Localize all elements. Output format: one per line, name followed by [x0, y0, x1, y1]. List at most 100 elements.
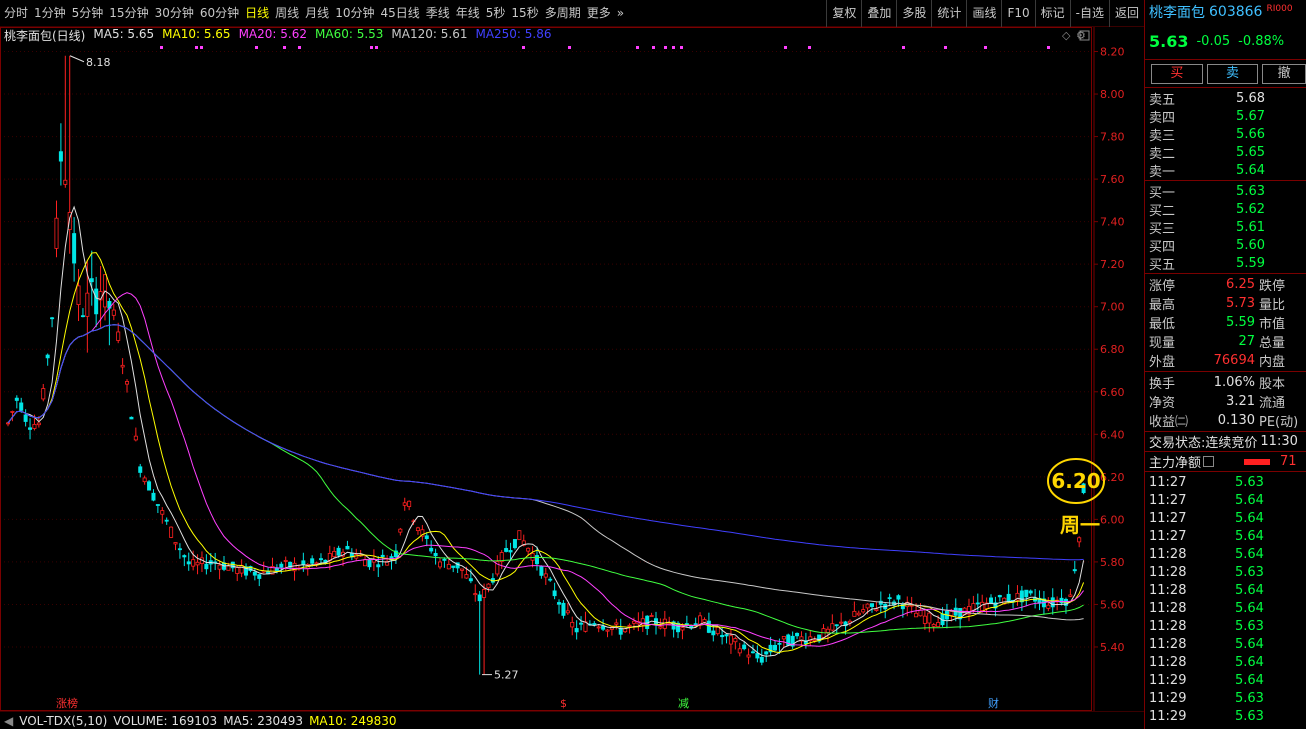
ask-level[interactable]: 卖三 5.66 — [1145, 125, 1306, 144]
signal-dot — [370, 46, 373, 49]
period-tab[interactable]: 季线 — [423, 0, 453, 27]
bid-level[interactable]: 买四 5.60 — [1145, 236, 1306, 255]
ask-level[interactable]: 卖一 5.64 — [1145, 161, 1306, 180]
candle-body — [332, 550, 337, 558]
candle-body — [186, 561, 191, 565]
candle-body — [23, 414, 28, 422]
candle-body — [279, 563, 284, 568]
period-tab[interactable]: 5分钟 — [69, 0, 107, 27]
period-tab[interactable]: 30分钟 — [152, 0, 197, 27]
level-price: 5.66 — [1236, 126, 1265, 142]
period-tab[interactable]: 45日线 — [377, 0, 422, 27]
candle-body — [750, 651, 755, 654]
tick-time: 11:29 — [1149, 690, 1187, 706]
period-tab[interactable]: 15秒 — [508, 0, 541, 27]
tick-time: 11:27 — [1149, 492, 1187, 508]
last-price: 5.63 — [1149, 32, 1189, 51]
kline-svg[interactable]: 8.20 8.00 7.80 7.60 7.40 7.20 7.00 6.80 6.60 6.40… — [0, 27, 1144, 712]
quote-stats: 涨停 6.25 跌停 最高 5.73 量比 最低 5.59 市值 现量 27 总量 外盘 76694 内盘 — [1145, 274, 1306, 372]
tick-price: 5.64 — [1235, 582, 1264, 598]
collapse-icon[interactable]: ◀ — [4, 714, 13, 728]
stat-label-right: 量比 — [1259, 298, 1286, 313]
tool-button[interactable]: -自选 — [1069, 0, 1109, 27]
candle-body — [177, 548, 182, 551]
ask-level[interactable]: 卖二 5.65 — [1145, 143, 1306, 162]
candle-body — [504, 548, 509, 552]
more-periods-arrow-icon[interactable]: » — [614, 0, 627, 27]
candle-body — [1028, 590, 1033, 594]
candle-body — [477, 594, 482, 602]
candle-body — [759, 656, 764, 663]
period-tab[interactable]: 分时 — [0, 0, 31, 27]
high-price-label: 8.18 — [86, 56, 111, 69]
candle-body — [896, 595, 901, 600]
tick-price: 5.63 — [1235, 618, 1264, 634]
tool-button[interactable]: 统计 — [931, 0, 966, 27]
tick-time: 11:28 — [1149, 582, 1187, 598]
candle-body — [336, 547, 341, 556]
stat-label: 净资 — [1149, 396, 1176, 411]
level-label: 买五 — [1149, 257, 1176, 273]
period-tab[interactable]: 年线 — [453, 0, 483, 27]
period-tab[interactable]: 多周期 — [542, 0, 584, 27]
period-tab[interactable]: 10分钟 — [332, 0, 377, 27]
candle-body — [746, 654, 751, 658]
ma-legend-item: MA120: 5.61 — [391, 27, 468, 41]
candle-body — [1024, 589, 1029, 598]
candle-body — [58, 151, 63, 162]
flow-detail-icon[interactable] — [1203, 456, 1215, 467]
tool-button[interactable]: 画线 — [966, 0, 1001, 27]
stat-row: 最高 5.73 量比 — [1145, 294, 1306, 313]
candle-body — [870, 603, 875, 607]
signal-dot — [784, 46, 787, 49]
candle-body — [702, 619, 707, 623]
candle-body — [36, 422, 41, 426]
sell-button[interactable]: 卖 — [1206, 63, 1259, 84]
bid-level[interactable]: 买一 5.63 — [1145, 182, 1306, 201]
stat-label-right: 跌停 — [1259, 279, 1286, 294]
candle-body — [217, 564, 222, 570]
tool-button[interactable]: 复权 — [826, 0, 861, 27]
ma-legend: 桃李面包(日线) MA5: 5.65 MA10: 5.65 MA20: 5.62 MA… — [4, 27, 552, 43]
event-marker: $ — [560, 697, 567, 710]
stat-label-right: 内盘 — [1259, 355, 1286, 370]
kline-chart[interactable]: 8.20 8.00 7.80 7.60 7.40 7.20 7.00 6.80 6.60 6.40… — [0, 27, 1144, 712]
ma10-line — [7, 252, 1085, 654]
ask-level[interactable]: 卖四 5.67 — [1145, 107, 1306, 126]
cancel-order-button[interactable]: 撤 — [1262, 63, 1306, 84]
period-tab[interactable]: 周线 — [272, 0, 302, 27]
tick-time: 11:29 — [1149, 708, 1187, 724]
tool-button[interactable]: 标记 — [1034, 0, 1070, 27]
period-tab[interactable]: 更多 — [584, 0, 614, 27]
y-tick-label: 8.20 — [1100, 46, 1125, 59]
y-tick-label: 7.20 — [1100, 258, 1125, 271]
tool-button[interactable]: 返回 — [1108, 0, 1144, 27]
stat-label-right: PE(动) — [1259, 415, 1299, 430]
tool-button[interactable]: 叠加 — [861, 0, 896, 27]
candle-body — [856, 612, 861, 616]
plot-frame — [0, 27, 1092, 711]
period-tab[interactable]: 60分钟 — [197, 0, 242, 27]
candle-body — [1077, 537, 1082, 543]
candle-body — [429, 547, 434, 552]
ask-level[interactable]: 卖五 5.68 — [1145, 89, 1306, 108]
period-tab[interactable]: 1分钟 — [31, 0, 69, 27]
bid-level[interactable]: 买三 5.61 — [1145, 218, 1306, 237]
tick-row: 11:28 5.64 — [1145, 635, 1306, 653]
candle-body — [614, 622, 619, 625]
bid-level[interactable]: 买二 5.62 — [1145, 200, 1306, 219]
bid-level[interactable]: 买五 5.59 — [1145, 254, 1306, 273]
tick-row: 11:28 5.63 — [1145, 617, 1306, 635]
period-tab[interactable]: 日线 — [242, 0, 272, 27]
candle-body — [720, 635, 725, 638]
tool-button[interactable]: F10 — [1001, 0, 1034, 27]
period-tab[interactable]: 月线 — [302, 0, 332, 27]
tool-button[interactable]: 多股 — [896, 0, 931, 27]
tick-price: 5.63 — [1235, 708, 1264, 724]
period-tab[interactable]: 15分钟 — [106, 0, 151, 27]
buy-button[interactable]: 买 — [1151, 63, 1203, 84]
tick-time: 11:29 — [1149, 672, 1187, 688]
period-tab[interactable]: 5秒 — [483, 0, 509, 27]
candle-body — [482, 589, 487, 598]
stat-row: 最低 5.59 市值 — [1145, 313, 1306, 332]
